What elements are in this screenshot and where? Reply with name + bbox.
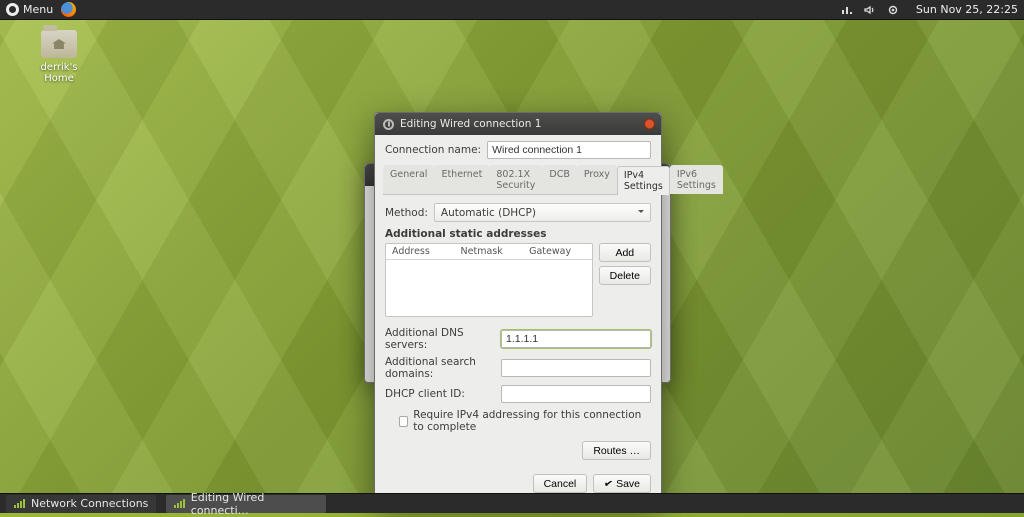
dns-input[interactable] bbox=[501, 330, 651, 348]
close-button[interactable] bbox=[644, 119, 655, 130]
method-value: Automatic (DHCP) bbox=[441, 207, 536, 219]
dialog-titlebar[interactable]: Editing Wired connection 1 bbox=[375, 113, 661, 135]
distro-logo-icon bbox=[6, 3, 19, 16]
col-address: Address bbox=[386, 244, 455, 259]
dialog-app-icon bbox=[383, 119, 394, 130]
task-network-connections[interactable]: Network Connections bbox=[6, 495, 156, 513]
save-button[interactable]: ✔ Save bbox=[593, 474, 651, 493]
save-label: Save bbox=[616, 478, 640, 490]
home-folder-desktop-icon[interactable]: derrik's Home bbox=[28, 30, 90, 84]
network-icon bbox=[14, 499, 26, 508]
dns-label: Additional DNS servers: bbox=[385, 327, 497, 351]
col-gateway: Gateway bbox=[523, 244, 592, 259]
tab-proxy[interactable]: Proxy bbox=[577, 165, 617, 194]
clock[interactable]: Sun Nov 25, 22:25 bbox=[916, 3, 1018, 16]
bottom-panel: Network Connections Editing Wired connec… bbox=[0, 493, 1024, 513]
dialog-title: Editing Wired connection 1 bbox=[400, 118, 541, 130]
col-netmask: Netmask bbox=[455, 244, 524, 259]
task-label-1: Network Connections bbox=[31, 497, 148, 510]
edit-connection-dialog: Editing Wired connection 1 Connection na… bbox=[374, 112, 662, 504]
cancel-button[interactable]: Cancel bbox=[533, 474, 588, 493]
require-ipv4-checkbox[interactable] bbox=[399, 416, 408, 427]
address-table[interactable]: Address Netmask Gateway bbox=[385, 243, 593, 317]
method-label: Method: bbox=[385, 207, 428, 219]
settings-tray-icon[interactable] bbox=[887, 3, 900, 16]
method-dropdown[interactable]: Automatic (DHCP) bbox=[434, 203, 651, 222]
tab-general[interactable]: General bbox=[383, 165, 434, 194]
connection-name-input[interactable] bbox=[487, 141, 651, 159]
delete-address-button[interactable]: Delete bbox=[599, 266, 651, 285]
system-tray: Sun Nov 25, 22:25 bbox=[841, 3, 1018, 16]
routes-button[interactable]: Routes … bbox=[582, 441, 651, 460]
tab-dcb[interactable]: DCB bbox=[542, 165, 576, 194]
network-icon bbox=[174, 499, 185, 508]
search-domains-input[interactable] bbox=[501, 359, 651, 377]
search-domains-label: Additional search domains: bbox=[385, 356, 497, 380]
menu-button[interactable]: Menu bbox=[6, 3, 53, 16]
menu-label: Menu bbox=[23, 3, 53, 16]
firefox-launcher-icon[interactable] bbox=[61, 2, 76, 17]
addresses-section-title: Additional static addresses bbox=[385, 228, 651, 240]
volume-tray-icon[interactable] bbox=[864, 3, 877, 16]
home-folder-label: derrik's Home bbox=[28, 62, 90, 84]
dhcp-client-id-input[interactable] bbox=[501, 385, 651, 403]
tab-ipv4[interactable]: IPv4 Settings bbox=[617, 166, 670, 195]
top-panel: Menu Sun Nov 25, 22:25 bbox=[0, 0, 1024, 20]
tab-ethernet[interactable]: Ethernet bbox=[434, 165, 489, 194]
connection-name-label: Connection name: bbox=[385, 144, 481, 156]
require-ipv4-label: Require IPv4 addressing for this connect… bbox=[413, 409, 651, 433]
network-tray-icon[interactable] bbox=[841, 3, 854, 16]
task-editing-connection[interactable]: Editing Wired connecti… bbox=[166, 495, 326, 513]
tab-ipv6[interactable]: IPv6 Settings bbox=[670, 165, 723, 194]
folder-icon bbox=[41, 30, 77, 58]
dhcp-client-id-label: DHCP client ID: bbox=[385, 388, 497, 400]
check-icon: ✔ bbox=[603, 477, 614, 490]
tab-bar: General Ethernet 802.1X Security DCB Pro… bbox=[383, 165, 653, 195]
tab-8021x[interactable]: 802.1X Security bbox=[489, 165, 542, 194]
add-address-button[interactable]: Add bbox=[599, 243, 651, 262]
